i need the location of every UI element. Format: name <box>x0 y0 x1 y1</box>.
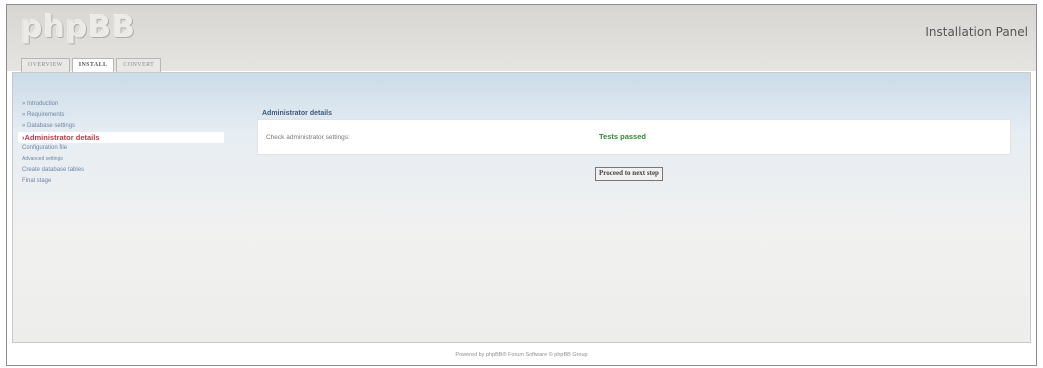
section-legend: Administrator details <box>262 110 333 117</box>
check-admin-settings-label: Check administrator settings: <box>266 134 350 141</box>
sidebar-item-introduction[interactable]: » Introduction <box>18 99 224 110</box>
footer-credit: Powered by phpBB® Forum Software © phpBB… <box>455 352 588 358</box>
sidebar-item-administrator-details[interactable]: ›Administrator details <box>18 132 224 143</box>
sidebar-item-create-database-tables: Create database tables <box>22 167 85 173</box>
sidebar-item-final-stage: Final stage <box>22 178 52 184</box>
sidebar-item-configuration-file: Configuration file <box>22 145 68 151</box>
content-area: Administrator details Check administrato… <box>257 109 1011 181</box>
tab-convert[interactable]: CONVERT <box>116 58 162 72</box>
tab-install[interactable]: INSTALL <box>71 58 115 73</box>
tests-passed-status: Tests passed <box>599 132 646 141</box>
tab-overview[interactable]: OVERVIEW <box>21 58 70 72</box>
admin-settings-box: Check administrator settings: Tests pass… <box>257 119 1011 155</box>
sidebar-item-advanced-settings: Advanced settings <box>22 156 63 162</box>
installer-window: phpBB Installation Panel OVERVIEW INSTAL… <box>6 4 1037 366</box>
sidebar-item-database-settings[interactable]: » Database settings <box>18 121 224 132</box>
main-panel: » Introduction » Requirements » Database… <box>12 72 1031 343</box>
panel-title: Installation Panel <box>925 25 1028 39</box>
proceed-next-step-button[interactable]: Proceed to next step <box>595 167 663 181</box>
phpbb-logo: phpBB <box>21 10 137 45</box>
tab-bar: OVERVIEW INSTALL CONVERT <box>21 58 162 73</box>
sidebar: » Introduction » Requirements » Database… <box>18 99 224 187</box>
sidebar-item-requirements[interactable]: » Requirements <box>18 110 224 121</box>
header: phpBB Installation Panel OVERVIEW INSTAL… <box>7 5 1036 73</box>
